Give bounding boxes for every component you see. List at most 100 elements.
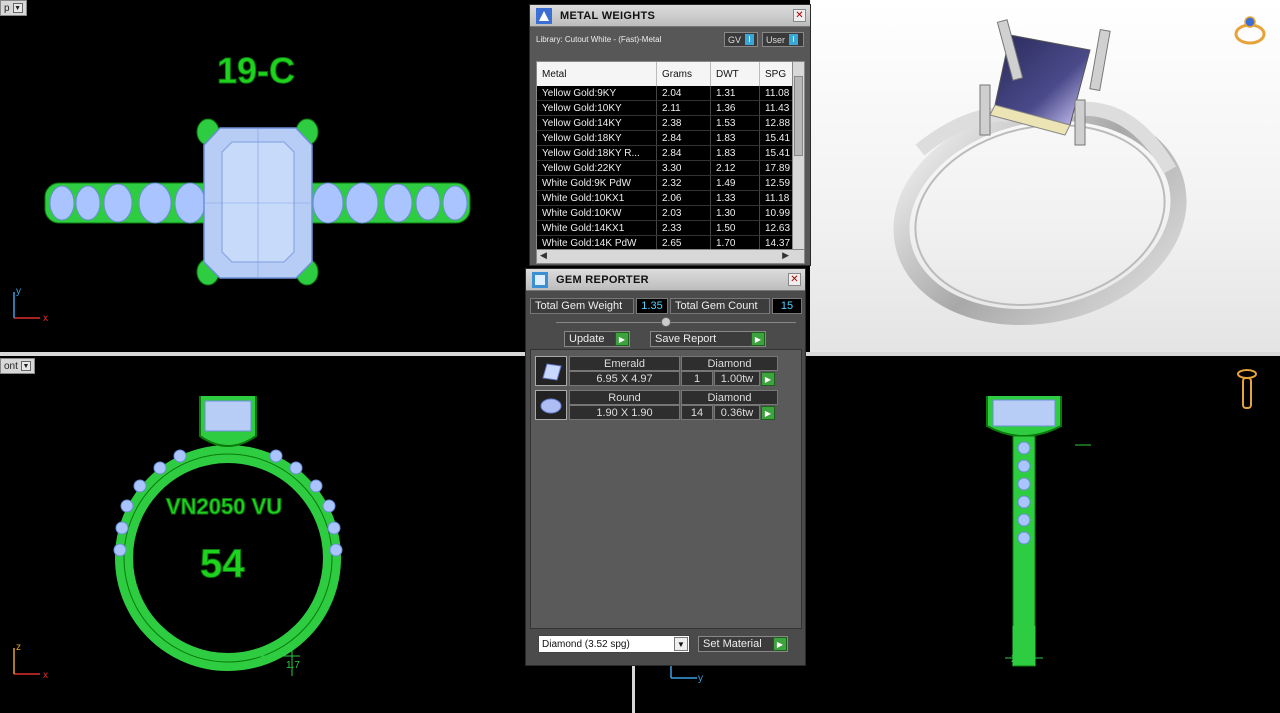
close-icon[interactable]: ✕ <box>793 9 806 22</box>
gem-tw-cell: 0.36tw <box>714 405 760 420</box>
dwt-cell: 1.31 <box>711 86 760 100</box>
spg-cell: 12.88 <box>760 116 794 130</box>
ring-top-wireframe: x y <box>13 118 471 324</box>
side-dimension-label: 2.10 <box>1011 653 1032 665</box>
col-header-spg[interactable]: SPG <box>760 62 794 86</box>
material-select-value: Diamond (3.52 spg) <box>542 638 630 650</box>
save-report-button[interactable]: Save Report ▶ <box>650 331 766 347</box>
dwt-cell: 1.49 <box>711 176 760 190</box>
table-row[interactable]: White Gold:10KX1 2.06 1.33 11.18 <box>537 191 804 206</box>
spg-cell: 15.41 <box>760 146 794 160</box>
spg-cell: 11.18 <box>760 191 794 205</box>
metal-weights-titlebar[interactable]: METAL WEIGHTS ✕ <box>530 5 810 27</box>
library-label: Library: Cutout White - (Fast)-Metal <box>536 34 662 44</box>
set-material-button[interactable]: Set Material ▶ <box>698 636 788 652</box>
axis-y-label: y <box>698 673 703 684</box>
app-root: p ▼ 19-C x y ont ▼ 1.7 x z VN2050 VU 54 … <box>0 0 1280 713</box>
grams-cell: 2.33 <box>657 221 711 235</box>
grams-cell: 2.84 <box>657 146 711 160</box>
spg-cell: 10.99 <box>760 206 794 220</box>
gem-reporter-title: GEM REPORTER <box>556 273 649 286</box>
spg-cell: 11.43 <box>760 101 794 115</box>
divider-knob[interactable] <box>661 317 671 327</box>
viewport-perspective[interactable] <box>810 0 1280 354</box>
metal-weights-title: METAL WEIGHTS <box>560 9 656 22</box>
gem-material-cell: Diamond <box>681 356 778 371</box>
metal-table-hscroll[interactable]: ◀ ▶ <box>537 249 804 263</box>
table-row[interactable]: Yellow Gold:10KY 2.11 1.36 11.43 <box>537 101 804 116</box>
gem-material-cell: Diamond <box>681 390 778 405</box>
material-select[interactable]: Diamond (3.52 spg) ▼ <box>538 635 690 653</box>
spg-cell: 17.89 <box>760 161 794 175</box>
panel-divider <box>556 322 796 323</box>
dwt-cell: 1.83 <box>711 146 760 160</box>
gv-toggle-label: GV <box>728 34 742 45</box>
spg-cell: 11.08 <box>760 86 794 100</box>
total-gem-count-value: 15 <box>772 298 802 314</box>
grams-cell: 2.38 <box>657 116 711 130</box>
gem-size-cell: 6.95 X 4.97 <box>569 371 680 386</box>
user-toggle[interactable]: User I <box>762 32 804 47</box>
viewport-top[interactable]: p ▼ 19-C x y <box>0 0 530 352</box>
metal-name-cell: Yellow Gold:18KY R... <box>537 146 657 160</box>
gem-list-item[interactable]: Round 1.90 X 1.90 Diamond 14 0.36tw ▶ <box>535 390 778 422</box>
table-row[interactable]: White Gold:10KW 2.03 1.30 10.99 <box>537 206 804 221</box>
grams-cell: 2.03 <box>657 206 711 220</box>
ring-logo-icon[interactable] <box>1232 12 1268 48</box>
gem-size-cell: 1.90 X 1.90 <box>569 405 680 420</box>
play-icon[interactable]: ▶ <box>751 332 765 346</box>
metal-table-body: Yellow Gold:9KY 2.04 1.31 11.08 Yellow Gold:… <box>537 86 804 251</box>
table-row[interactable]: White Gold:9K PdW 2.32 1.49 12.59 <box>537 176 804 191</box>
metal-name-cell: White Gold:9K PdW <box>537 176 657 190</box>
chevron-down-icon[interactable]: ▼ <box>674 637 688 651</box>
table-row[interactable]: Yellow Gold:9KY 2.04 1.31 11.08 <box>537 86 804 101</box>
metal-name-cell: White Gold:10KW <box>537 206 657 220</box>
col-header-grams[interactable]: Grams <box>657 62 711 86</box>
total-gem-weight-value: 1.35 <box>636 298 668 314</box>
ring-perspective-render <box>893 19 1187 326</box>
table-row[interactable]: Yellow Gold:22KY 3.30 2.12 17.89 <box>537 161 804 176</box>
gem-count-cell: 14 <box>681 405 713 420</box>
metal-name-cell: White Gold:14K PdW <box>537 236 657 250</box>
gv-toggle-icon[interactable]: I <box>745 34 755 45</box>
grams-cell: 3.30 <box>657 161 711 175</box>
table-row[interactable]: Yellow Gold:14KY 2.38 1.53 12.88 <box>537 116 804 131</box>
scroll-right-icon[interactable]: ▶ <box>782 250 789 261</box>
grams-cell: 2.84 <box>657 131 711 145</box>
emerald-gem-icon[interactable] <box>535 356 567 386</box>
table-row[interactable]: Yellow Gold:18KY R... 2.84 1.83 15.41 <box>537 146 804 161</box>
gem-tw-cell: 1.00tw <box>714 371 760 386</box>
close-icon[interactable]: ✕ <box>788 273 801 286</box>
dwt-cell: 1.50 <box>711 221 760 235</box>
total-gem-weight-label: Total Gem Weight <box>530 298 634 314</box>
gem-list-item[interactable]: Emerald 6.95 X 4.97 Diamond 1 1.00tw ▶ <box>535 356 778 388</box>
metal-name-cell: White Gold:14KX1 <box>537 221 657 235</box>
metal-weights-panel: METAL WEIGHTS ✕ Library: Cutout White - … <box>529 4 811 266</box>
gem-shape-cell: Emerald <box>569 356 680 371</box>
play-icon[interactable]: ▶ <box>761 372 775 386</box>
gem-list[interactable]: Emerald 6.95 X 4.97 Diamond 1 1.00tw ▶ Round 1.… <box>530 349 802 629</box>
play-icon[interactable]: ▶ <box>773 637 787 651</box>
grams-cell: 2.65 <box>657 236 711 250</box>
axis-x-label: x <box>43 313 48 324</box>
gem-reporter-panel: GEM REPORTER ✕ Total Gem Weight 1.35 Tot… <box>525 268 806 666</box>
col-header-dwt[interactable]: DWT <box>711 62 760 86</box>
table-row[interactable]: White Gold:14KX1 2.33 1.50 12.63 <box>537 221 804 236</box>
round-gem-icon[interactable] <box>535 390 567 420</box>
play-icon[interactable]: ▶ <box>615 332 629 346</box>
metal-table-vscroll[interactable] <box>792 62 804 250</box>
scroll-left-icon[interactable]: ◀ <box>540 250 547 261</box>
metal-weights-logo-icon <box>534 6 554 26</box>
ring-side-icon[interactable] <box>1235 366 1259 414</box>
update-button[interactable]: Update ▶ <box>564 331 630 347</box>
gem-reporter-titlebar[interactable]: GEM REPORTER ✕ <box>526 269 805 291</box>
gv-toggle[interactable]: GV I <box>724 32 758 47</box>
metal-weights-table[interactable]: Metal Grams DWT SPG Yellow Gold:9KY 2.04 1… <box>536 61 805 264</box>
col-header-metal[interactable]: Metal <box>537 62 657 86</box>
user-toggle-icon[interactable]: I <box>789 34 799 45</box>
spg-cell: 12.63 <box>760 221 794 235</box>
table-row[interactable]: Yellow Gold:18KY 2.84 1.83 15.41 <box>537 131 804 146</box>
play-icon[interactable]: ▶ <box>761 406 775 420</box>
gem-count-cell: 1 <box>681 371 713 386</box>
vscroll-thumb[interactable] <box>794 76 803 156</box>
